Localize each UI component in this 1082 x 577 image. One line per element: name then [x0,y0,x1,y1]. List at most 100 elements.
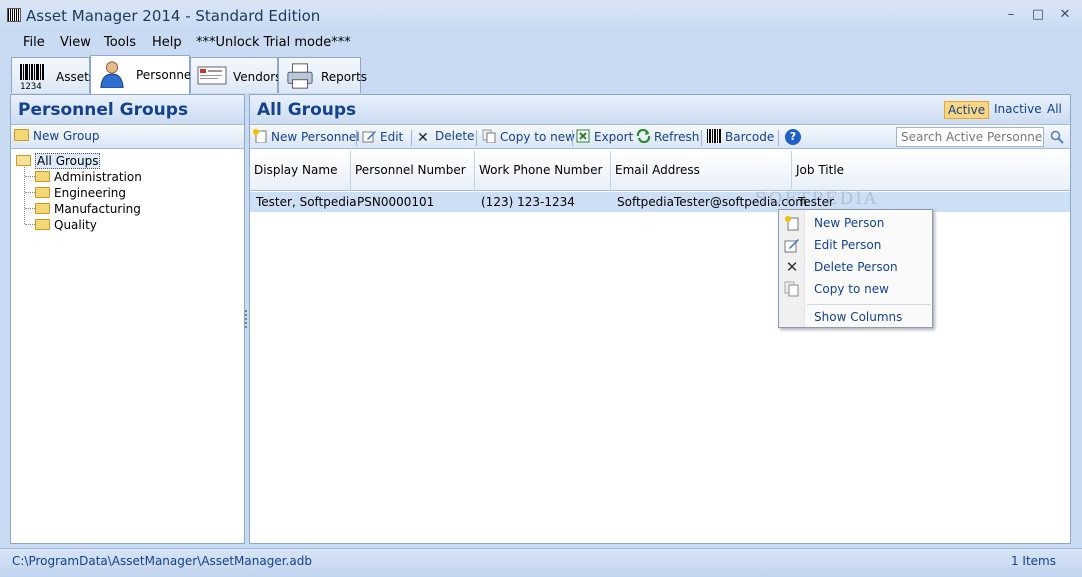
filter-all[interactable]: All [1044,101,1065,117]
menu-view[interactable]: View [60,35,91,50]
personnel-list-panel: All Groups Active Inactive All New Perso… [249,94,1071,544]
delete-x-icon: ✕ [417,130,429,146]
search-icon[interactable] [1050,130,1064,144]
menu-unlock-trial[interactable]: ***Unlock Trial mode*** [196,35,351,50]
tree-connector [25,224,35,225]
tree-node-quality[interactable]: Quality [35,217,97,233]
column-header-job-title[interactable]: Job Title [792,151,1070,191]
tree-node-manufacturing[interactable]: Manufacturing [35,201,141,217]
search-personnel-input[interactable] [896,127,1044,147]
module-tabs: 1234 Assets Personnel Vendors Reports [8,55,1074,94]
help-icon[interactable]: ? [785,129,801,145]
context-menu-label: Show Columns [814,310,903,324]
edit-button[interactable]: Edit [362,129,403,147]
barcode-digits: 1234 [20,82,42,90]
tab-reports[interactable]: Reports [278,57,367,93]
tab-personnel[interactable]: Personnel [90,55,195,94]
tab-vendors[interactable]: Vendors [190,57,282,93]
column-header-work-phone[interactable]: Work Phone Number [475,151,611,191]
context-menu-label: Copy to new [814,282,889,296]
context-menu-label: Edit Person [814,238,882,252]
person-icon [100,61,124,88]
tab-assets[interactable]: 1234 Assets [11,57,95,93]
context-menu-edit-person[interactable]: Edit Person [779,234,932,256]
watermark-text: SOFTPEDIA [755,189,879,209]
refresh-icon [636,129,651,143]
copy-to-new-label: Copy to new [500,130,575,144]
tab-vendors-label: Vendors [233,70,282,84]
filter-inactive[interactable]: Inactive [991,101,1045,117]
window-title: Asset Manager 2014 - Standard Edition [26,7,321,25]
tree-node-all-groups[interactable]: All Groups [16,153,101,169]
filter-active[interactable]: Active [944,101,990,119]
database-path: C:\ProgramData\AssetManager\AssetManager… [12,554,312,568]
cell-work-phone: (123) 123-1234 [481,195,575,209]
column-header-email[interactable]: Email Address [611,151,792,191]
folder-icon [35,187,50,198]
new-group-label: New Group [33,129,100,143]
tree-node-administration[interactable]: Administration [35,169,142,185]
right-panel-header: All Groups Active Inactive All [250,95,1070,125]
panel-splitter[interactable] [245,310,247,328]
menu-tools[interactable]: Tools [104,35,136,50]
right-panel-title: All Groups [257,100,357,120]
refresh-label: Refresh [654,130,700,144]
new-document-icon [253,129,267,143]
cell-display-name: Tester, Softpedia [256,195,357,209]
column-header-display-name[interactable]: Display Name [250,151,351,191]
export-label: Export [594,130,634,144]
context-menu-new-person[interactable]: New Person [779,212,932,234]
tree-connector [25,176,35,177]
personnel-groups-panel: Personnel Groups New Group All Groups Ad… [10,94,245,544]
edit-label: Edit [380,130,404,144]
new-personnel-label: New Personnel [271,130,360,144]
left-panel-header: Personnel Groups [11,95,244,125]
delete-button[interactable]: ✕ Delete [417,129,474,147]
grid-header: Display Name Personnel Number Work Phone… [250,151,1070,191]
group-label: Quality [54,218,97,232]
export-button[interactable]: Export [576,129,633,147]
printer-icon [287,63,313,89]
new-group-button[interactable]: New Group [14,129,100,147]
menu-bar: File View Tools Help ***Unlock Trial mod… [8,32,1074,54]
copy-to-new-button[interactable]: Copy to new [482,129,575,147]
close-button[interactable]: ✕ [1054,6,1076,24]
menu-help[interactable]: Help [152,35,182,50]
tree-connector [25,208,35,209]
context-menu-show-columns[interactable]: Show Columns [779,306,932,328]
delete-label: Delete [435,129,475,143]
item-count: 1 Items [1010,554,1056,568]
tree-node-engineering[interactable]: Engineering [35,185,126,201]
group-label: Administration [54,170,142,184]
column-header-personnel-number[interactable]: Personnel Number [351,151,475,191]
context-menu-separator [807,304,931,305]
edit-icon [362,131,376,143]
barcode-app-icon [7,8,21,22]
open-folder-icon [16,155,31,166]
toolbar-separator [356,130,357,146]
tree-root-label: All Groups [35,153,101,169]
group-label: Engineering [54,186,126,200]
edit-icon [784,239,799,253]
row-context-menu: New Person Edit Person ✕ Delete Person C… [778,209,933,328]
context-menu-label: New Person [814,216,885,230]
left-toolbar: New Group [11,126,244,149]
menu-file[interactable]: File [23,35,45,50]
new-personnel-button[interactable]: New Personnel [253,129,360,147]
context-menu-copy-to-new[interactable]: Copy to new [779,278,932,300]
folder-icon [35,203,50,214]
copy-icon [482,129,496,143]
context-menu-delete-person[interactable]: ✕ Delete Person [779,256,932,278]
toolbar-separator [476,130,477,146]
refresh-button[interactable]: Refresh [636,129,699,147]
new-folder-icon [14,129,29,141]
minimize-button[interactable]: – [1000,6,1022,24]
table-row[interactable]: Tester, Softpedia PSN0000101 (123) 123-1… [250,192,1070,212]
barcode-icon [707,129,722,143]
maximize-button[interactable]: □ [1027,6,1049,24]
barcode-button[interactable]: Barcode [707,129,774,147]
toolbar-separator [572,130,573,146]
barcode-label: Barcode [725,130,775,144]
delete-x-icon: ✕ [785,258,799,276]
folder-icon [35,219,50,230]
